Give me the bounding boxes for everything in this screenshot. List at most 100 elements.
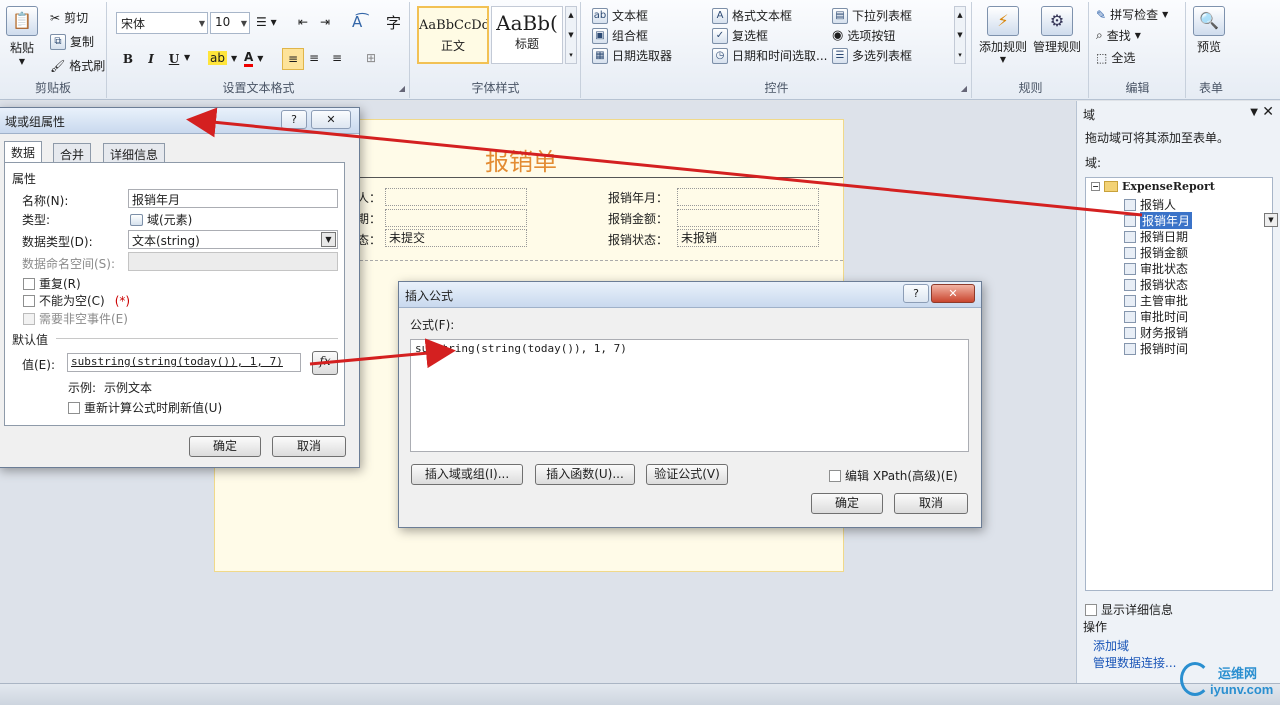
cut-button[interactable]: ✂ 剪切 <box>50 9 88 26</box>
manage-data-connections-link[interactable]: 管理数据连接... <box>1093 654 1176 671</box>
verify-formula-button[interactable]: 验证公式(V) <box>646 464 728 485</box>
align-center-button[interactable]: ≡ <box>309 51 319 65</box>
amount-label: 报销金额： <box>608 212 669 226</box>
tab-data[interactable]: 数据 <box>4 141 43 163</box>
field-cancel-button[interactable]: 取消 <box>272 436 346 457</box>
bold-button[interactable]: B <box>118 49 138 69</box>
control-checkbox[interactable]: ✓ 复选框 <box>712 27 768 44</box>
namespace-input[interactable] <box>128 252 338 271</box>
spell-check-button[interactable]: ✎ 拼写检查 ▼ <box>1096 6 1168 23</box>
formula-fx-button[interactable]: fx <box>312 351 338 375</box>
underline-dropdown[interactable]: ▼ <box>184 53 190 62</box>
tree-item[interactable]: 报销日期 <box>1124 228 1188 245</box>
align-right-button[interactable]: ≡ <box>332 51 342 65</box>
field-tree[interactable]: − ExpenseReport 报销人 报销年月 ▼ 报销日期 报销金额 审批状态… <box>1085 177 1278 591</box>
format-painter-button[interactable]: 🖌 格式刷 <box>50 57 105 74</box>
field-ok-button[interactable]: 确定 <box>189 436 261 457</box>
font-color-button[interactable]: A ▼ <box>244 50 263 67</box>
manage-rules-button[interactable]: ⚙ 管理规则 <box>1033 6 1081 55</box>
control-dropdown-list[interactable]: ▤ 下拉列表框 <box>832 7 912 24</box>
formula-ok-button[interactable]: 确定 <box>811 493 883 514</box>
tree-item[interactable]: 审批时间 <box>1124 308 1188 325</box>
help-button[interactable]: ? <box>903 284 929 303</box>
formula-dialog-titlebar[interactable]: 插入公式 ? ✕ <box>399 282 981 308</box>
find-button[interactable]: ⌕ 查找 ▼ <box>1096 27 1141 44</box>
increase-indent-button[interactable]: ⇥ <box>320 15 330 29</box>
dialog-launcher-icon[interactable]: ◢ <box>961 84 967 93</box>
tree-item[interactable]: 报销时间 <box>1124 340 1188 357</box>
paste-button[interactable]: 📋 粘贴 ▼ <box>6 6 38 66</box>
insert-field-button[interactable]: 插入域或组(I)... <box>411 464 523 485</box>
person-field[interactable] <box>385 188 527 206</box>
select-all-button[interactable]: ⬚ 全选 <box>1096 49 1135 66</box>
add-rule-button[interactable]: ⚡ 添加规则 ▼ <box>979 6 1027 64</box>
tree-item-label: 报销金额 <box>1140 246 1189 260</box>
char-button[interactable]: 字 <box>386 12 401 33</box>
collapse-icon[interactable]: − <box>1091 182 1100 191</box>
dialog-launcher-icon[interactable]: ◢ <box>399 84 405 93</box>
datatype-label: 数据类型(D): <box>22 235 93 249</box>
tree-item[interactable]: 主管审批 <box>1124 292 1188 309</box>
tree-item[interactable]: 报销人 <box>1124 196 1176 213</box>
font-name-combo[interactable]: 宋体 ▼ <box>116 12 208 34</box>
datatype-select[interactable]: 文本(string) ▼ <box>128 230 338 249</box>
pane-close-icon[interactable]: ✕ <box>1262 104 1274 120</box>
add-field-link[interactable]: 添加域 <box>1093 637 1129 654</box>
required-checkbox[interactable]: 不能为空(C) (*) <box>23 292 130 309</box>
help-button[interactable]: ? <box>281 110 307 129</box>
tree-item[interactable]: 财务报销 <box>1124 324 1188 341</box>
edit-xpath-checkbox[interactable]: 编辑 XPath(高级)(E) <box>829 467 958 484</box>
underline-button[interactable]: U <box>164 49 184 69</box>
control-multiselect[interactable]: ☰ 多选列表框 <box>832 47 912 64</box>
tree-item[interactable]: 审批状态 <box>1124 260 1188 277</box>
control-combobox[interactable]: ▣ 组合框 <box>592 27 648 44</box>
control-rich-textbox[interactable]: A 格式文本框 <box>712 7 792 24</box>
tree-item[interactable]: 报销金额 <box>1124 244 1188 261</box>
decrease-indent-button[interactable]: ⇤ <box>298 15 308 29</box>
control-textbox[interactable]: ab 文本框 <box>592 7 648 24</box>
formula-cancel-button[interactable]: 取消 <box>894 493 968 514</box>
scroll-up-icon: ▲ <box>568 11 574 19</box>
control-option-button[interactable]: ◉ 选项按钮 <box>832 27 895 44</box>
text-direction-button[interactable]: A͡ <box>352 13 362 31</box>
field-dialog-titlebar[interactable]: 域或组属性 ? ✕ <box>0 108 359 134</box>
date-field[interactable] <box>385 209 527 227</box>
state-field[interactable]: 未提交 <box>385 229 527 247</box>
style-heading[interactable]: AaBb( 标题 <box>491 6 563 64</box>
italic-button[interactable]: I <box>141 49 161 69</box>
tab-details[interactable]: 详细信息 <box>103 143 166 163</box>
preview-button[interactable]: 🔍 预览 <box>1193 6 1225 55</box>
name-input[interactable]: 报销年月 <box>128 189 338 208</box>
insert-function-button[interactable]: 插入函数(U)... <box>535 464 635 485</box>
styles-scroll[interactable]: ▲ ▼ ▾ <box>565 6 577 64</box>
close-button[interactable]: ✕ <box>311 110 351 129</box>
formula-textarea[interactable]: substring(string(today()), 1, 7) <box>410 339 969 452</box>
controls-scroll[interactable]: ▲ ▼ ▾ <box>954 6 966 64</box>
tree-item[interactable]: 报销状态 <box>1124 276 1188 293</box>
default-value-input[interactable]: substring(string(today()), 1, 7) <box>67 353 301 372</box>
control-datetime-picker[interactable]: ◷ 日期和时间选取... <box>712 47 827 64</box>
borders-button[interactable]: ⊞ <box>366 51 376 65</box>
close-button[interactable]: ✕ <box>931 284 975 303</box>
recalc-checkbox[interactable]: 重新计算公式时刷新值(U) <box>68 399 222 416</box>
tree-root[interactable]: − ExpenseReport <box>1091 180 1215 193</box>
nonempty-event-checkbox[interactable]: 需要非空事件(E) <box>23 310 128 327</box>
style-normal[interactable]: AaBbCcDd 正文 <box>417 6 489 64</box>
pane-menu-icon[interactable]: ▼ <box>1250 107 1258 118</box>
highlight-button[interactable]: ab ▼ <box>208 51 237 65</box>
font-size-combo[interactable]: 10 ▼ <box>210 12 250 34</box>
status-bar <box>0 683 1280 705</box>
tree-item-selected[interactable]: 报销年月 ▼ <box>1124 212 1278 229</box>
month-field[interactable] <box>677 188 819 206</box>
show-details-checkbox[interactable]: 显示详细信息 <box>1085 601 1173 618</box>
amount-field[interactable] <box>677 209 819 227</box>
form-title[interactable]: 报销单 <box>485 142 557 177</box>
bullets-button[interactable]: ☰ ▾ <box>256 15 277 29</box>
status-field[interactable]: 未报销 <box>677 229 819 247</box>
align-left-button[interactable]: ≡ <box>282 48 304 70</box>
control-date-picker[interactable]: ▦ 日期选取器 <box>592 47 672 64</box>
repeat-checkbox[interactable]: 重复(R) <box>23 275 81 292</box>
copy-button[interactable]: ⧉ 复制 <box>50 33 94 50</box>
tab-merge[interactable]: 合并 <box>53 143 92 163</box>
chevron-down-icon[interactable]: ▼ <box>1264 213 1278 227</box>
